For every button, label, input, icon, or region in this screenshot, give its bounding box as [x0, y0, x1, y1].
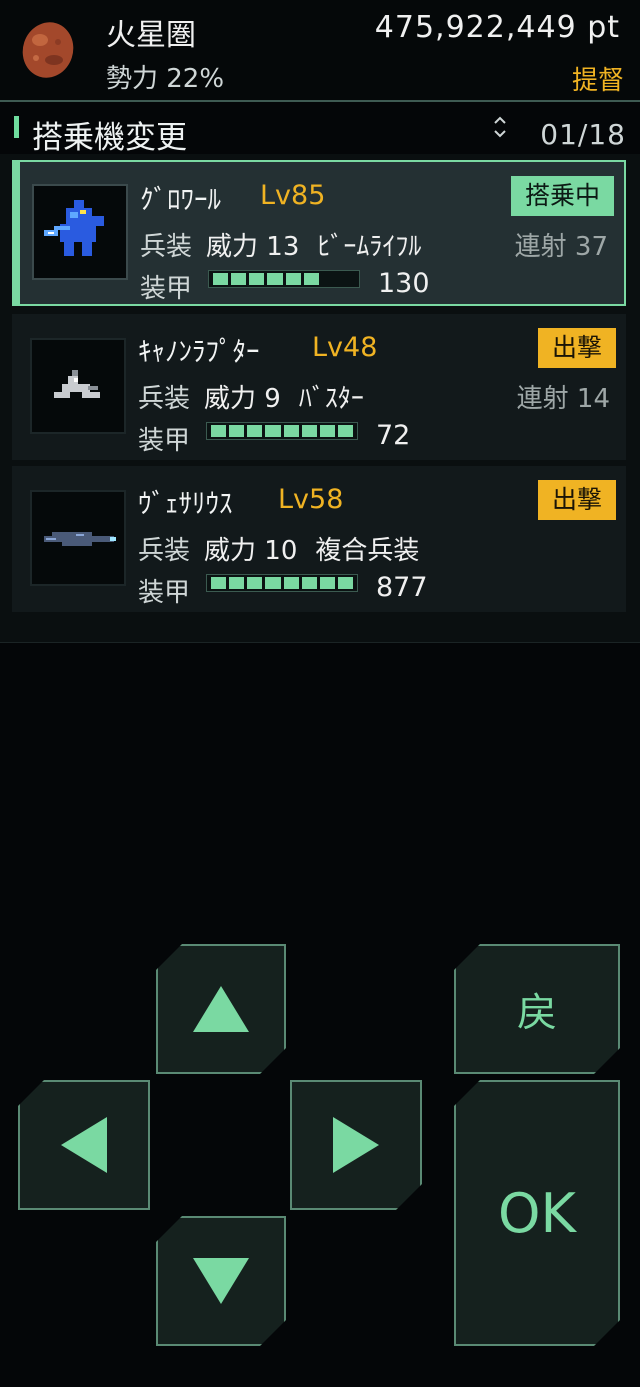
page-title: 搭乗機変更 [32, 120, 187, 156]
unit-sprite-icon [30, 338, 126, 434]
weapon-name: ﾋﾞｰﾑﾗｲﾌﾙ [317, 232, 422, 262]
unit-name: ｸﾞﾛﾜｰﾙ [140, 185, 221, 216]
weapon-row: 兵装 威力 10 複合兵装 [138, 530, 419, 567]
armor-segment [301, 577, 317, 589]
section-marker [14, 116, 19, 138]
armor-segment [229, 425, 245, 437]
weapon-label: 兵装 [140, 232, 193, 262]
armor-label: 装甲 [138, 578, 191, 608]
armor-gauge [206, 422, 358, 440]
unit-level: Lv85 [260, 180, 326, 211]
weapon-label: 兵装 [138, 384, 191, 414]
armor-segment [211, 577, 227, 589]
unit-name: ｳﾞｪｻﾘｳｽ [138, 489, 233, 520]
weapon-power: 威力 10 [204, 536, 298, 566]
armor-value: 72 [376, 420, 411, 451]
page-switch-icon[interactable] [492, 114, 508, 140]
ok-button[interactable]: OK [454, 1080, 620, 1346]
rank-label: 提督 [571, 66, 624, 96]
dpad-down-button[interactable] [156, 1216, 286, 1346]
armor-segment [319, 425, 335, 437]
unit-card-cannon-raptor[interactable]: ｷｬﾉﾝﾗﾌﾟﾀｰ Lv48 出撃 兵装 威力 9 ﾊﾞｽﾀｰ 連射 14 装甲 7… [12, 314, 626, 460]
armor-segment [337, 425, 353, 437]
arrow-left-icon [61, 1117, 107, 1173]
unit-level: Lv58 [278, 484, 344, 515]
armor-segment [231, 273, 247, 285]
weapon-row: 兵装 威力 13 ﾋﾞｰﾑﾗｲﾌﾙ [140, 226, 421, 263]
status-header: 火星圏 勢力 22% 475,922,449 pt 提督 [0, 0, 640, 102]
armor-segment [211, 425, 227, 437]
armor-segment [283, 577, 299, 589]
influence-text: 勢力 22% [106, 64, 225, 94]
armor-segment [337, 577, 353, 589]
dpad-left-button[interactable] [18, 1080, 150, 1210]
arrow-right-icon [331, 1115, 381, 1175]
armor-segment [340, 273, 355, 285]
armor-segment [301, 425, 317, 437]
back-button[interactable]: 戻 [454, 944, 620, 1074]
armor-value: 877 [376, 572, 428, 603]
unit-level: Lv48 [312, 332, 378, 363]
page-counter: 01/18 [540, 118, 626, 151]
arrow-up-icon [191, 984, 251, 1034]
weapon-row: 兵装 威力 9 ﾊﾞｽﾀｰ [138, 378, 364, 415]
armor-segment [265, 577, 281, 589]
unit-card-growall[interactable]: ｸﾞﾛﾜｰﾙ Lv85 搭乗中 兵装 威力 13 ﾋﾞｰﾑﾗｲﾌﾙ 連射 37 装甲… [12, 160, 626, 306]
planet-icon [20, 20, 76, 80]
planet-name: 火星圏 [106, 18, 196, 53]
armor-segment [322, 273, 337, 285]
armor-segment [285, 273, 301, 285]
sortie-button[interactable]: 出撃 [537, 480, 616, 520]
armor-segment [247, 577, 263, 589]
dpad-up-button[interactable] [156, 944, 286, 1074]
weapon-name: 複合兵装 [315, 536, 420, 566]
unit-sprite-icon [32, 184, 128, 280]
arrow-down-icon [191, 1256, 251, 1306]
weapon-name: ﾊﾞｽﾀｰ [298, 384, 364, 414]
status-badge: 搭乗中 [510, 176, 614, 216]
weapon-label: 兵装 [138, 536, 191, 566]
armor-label: 装甲 [138, 426, 191, 456]
weapon-power: 威力 9 [204, 384, 281, 414]
armor-segment [229, 577, 245, 589]
armor-segment [303, 273, 319, 285]
armor-segment [213, 273, 229, 285]
dpad-right-button[interactable] [290, 1080, 422, 1210]
rapid-fire: 連射 37 [514, 232, 608, 262]
armor-segment [247, 425, 263, 437]
unit-sprite-icon [30, 490, 126, 586]
armor-gauge [206, 574, 358, 592]
armor-label: 装甲 [140, 274, 193, 304]
armor-gauge [208, 270, 360, 288]
points-counter: 475,922,449 pt [374, 10, 620, 45]
armor-segment [319, 577, 335, 589]
unit-card-vesarius[interactable]: ｳﾞｪｻﾘｳｽ Lv58 出撃 兵装 威力 10 複合兵装 装甲 877 [12, 466, 626, 612]
armor-segment [249, 273, 265, 285]
unit-list: ｸﾞﾛﾜｰﾙ Lv85 搭乗中 兵装 威力 13 ﾋﾞｰﾑﾗｲﾌﾙ 連射 37 装甲… [0, 154, 640, 643]
rapid-fire: 連射 14 [516, 384, 610, 414]
armor-segment [283, 425, 299, 437]
weapon-power: 威力 13 [206, 232, 300, 262]
armor-value: 130 [378, 268, 430, 299]
unit-name: ｷｬﾉﾝﾗﾌﾟﾀｰ [138, 337, 260, 368]
armor-segment [265, 425, 281, 437]
armor-segment [267, 273, 283, 285]
sortie-button[interactable]: 出撃 [537, 328, 616, 368]
